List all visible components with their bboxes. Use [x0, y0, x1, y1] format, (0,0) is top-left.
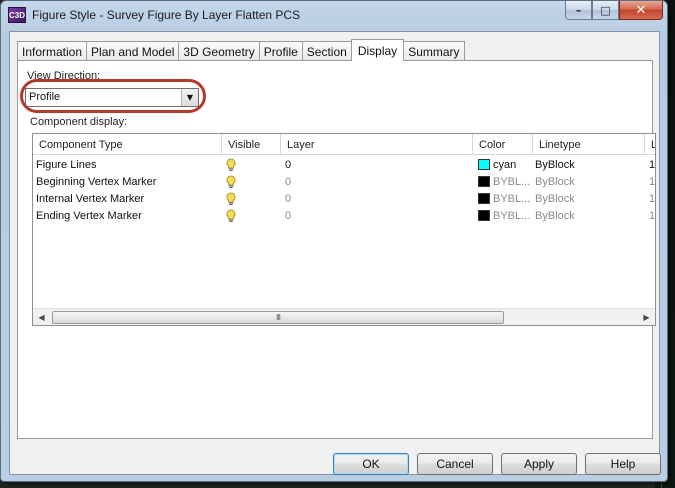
tab-plan-and-model[interactable]: Plan and Model [86, 41, 180, 61]
civil3d-app-icon: C3D [8, 7, 26, 23]
layer-cell[interactable]: 0 [285, 173, 291, 190]
grid-header: Component Type Visible Layer Color Linet… [33, 134, 655, 155]
table-row[interactable]: Internal Vertex Marker 0 BYBL... ByBlock… [33, 190, 655, 207]
ok-button[interactable]: OK [333, 453, 409, 475]
column-linetype[interactable]: Linetype [533, 134, 645, 155]
component-type-cell: Ending Vertex Marker [36, 209, 142, 222]
lightbulb-icon[interactable] [225, 207, 237, 224]
help-button[interactable]: Help [585, 453, 661, 475]
component-type-cell: Figure Lines [36, 158, 97, 171]
color-swatch [478, 193, 490, 204]
linetype-cell[interactable]: ByBlock [535, 156, 575, 173]
component-type-cell: Beginning Vertex Marker [36, 175, 157, 188]
layer-cell[interactable]: 0 [285, 156, 291, 173]
view-direction-dropdown[interactable]: Profile ▼ [25, 88, 199, 107]
lineweight-cell[interactable]: 1 [649, 156, 655, 173]
column-lineweight[interactable]: L [645, 134, 655, 155]
lineweight-cell[interactable]: 1 [649, 173, 655, 190]
component-display-grid[interactable]: Component Type Visible Layer Color Linet… [32, 133, 656, 326]
linetype-cell[interactable]: ByBlock [535, 173, 575, 190]
column-visible[interactable]: Visible [222, 134, 281, 155]
cancel-button[interactable]: Cancel [417, 453, 493, 475]
close-button[interactable]: ✕ [619, 1, 663, 20]
tab-summary[interactable]: Summary [403, 41, 465, 61]
column-component-type[interactable]: Component Type [33, 134, 222, 155]
tab-display[interactable]: Display [350, 39, 405, 61]
color-cell[interactable]: BYBL... [478, 190, 530, 207]
lightbulb-icon[interactable] [225, 156, 237, 173]
minimize-button[interactable]: – [565, 1, 592, 20]
column-color[interactable]: Color [473, 134, 533, 155]
horizontal-scrollbar[interactable]: ◀ III ▶ [33, 308, 655, 325]
table-row[interactable]: Figure Lines 0 cyan ByBlock 1 [33, 156, 655, 173]
color-cell[interactable]: BYBL... [478, 173, 530, 190]
color-swatch [478, 159, 490, 170]
view-direction-label: View Direction: [27, 70, 101, 82]
lineweight-cell[interactable]: 1 [649, 190, 655, 207]
view-direction-value: Profile [29, 91, 61, 103]
color-swatch [478, 210, 490, 221]
color-name: BYBL... [493, 192, 531, 205]
color-name: BYBL... [493, 209, 531, 222]
component-display-label: Component display: [30, 116, 128, 128]
lineweight-cell[interactable]: 1 [649, 207, 655, 224]
scroll-left-icon[interactable]: ◀ [33, 309, 50, 325]
lightbulb-icon[interactable] [225, 173, 237, 190]
color-swatch [478, 176, 490, 187]
column-layer[interactable]: Layer [281, 134, 473, 155]
chevron-down-icon[interactable]: ▼ [181, 89, 198, 106]
color-name: BYBL... [493, 175, 531, 188]
color-cell[interactable]: cyan [478, 156, 516, 173]
tab-3d-geometry[interactable]: 3D Geometry [178, 41, 260, 61]
color-cell[interactable]: BYBL... [478, 207, 530, 224]
color-name: cyan [493, 158, 517, 171]
maximize-button[interactable]: □ [592, 1, 619, 20]
window-title: Figure Style - Survey Figure By Layer Fl… [32, 8, 301, 22]
scroll-thumb[interactable]: III [52, 311, 504, 324]
tab-information[interactable]: Information [17, 41, 88, 61]
scroll-right-icon[interactable]: ▶ [638, 309, 655, 325]
layer-cell[interactable]: 0 [285, 190, 291, 207]
tab-strip: Information Plan and Model 3D Geometry P… [17, 39, 465, 61]
tab-profile[interactable]: Profile [258, 41, 303, 61]
table-row[interactable]: Ending Vertex Marker 0 BYBL... ByBlock 1 [33, 207, 655, 224]
table-row[interactable]: Beginning Vertex Marker 0 BYBL... ByBloc… [33, 173, 655, 190]
layer-cell[interactable]: 0 [285, 207, 291, 224]
tab-section[interactable]: Section [301, 41, 352, 61]
dialog-client-area: Information Plan and Model 3D Geometry P… [9, 31, 661, 475]
title-bar[interactable]: C3D Figure Style - Survey Figure By Laye… [1, 1, 667, 31]
linetype-cell[interactable]: ByBlock [535, 207, 575, 224]
linetype-cell[interactable]: ByBlock [535, 190, 575, 207]
apply-button[interactable]: Apply [501, 453, 577, 475]
figure-style-dialog: C3D Figure Style - Survey Figure By Laye… [0, 0, 668, 482]
lightbulb-icon[interactable] [225, 190, 237, 207]
component-type-cell: Internal Vertex Marker [36, 192, 145, 205]
